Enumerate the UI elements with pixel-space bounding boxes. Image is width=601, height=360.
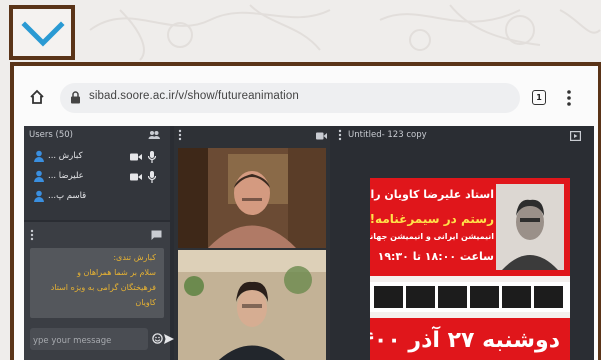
illustration-thumbnail <box>534 286 563 308</box>
poster-text: رستم در سیمرغنامه! <box>370 212 494 226</box>
tab-count: 1 <box>536 93 542 102</box>
panel-dots-icon[interactable] <box>178 129 182 141</box>
collapse-toggle-button[interactable] <box>9 5 75 60</box>
user-row[interactable]: کبارش ... <box>24 148 170 166</box>
participant-video <box>178 250 326 360</box>
chat-message-input[interactable] <box>30 330 123 352</box>
speaker-photo <box>496 184 564 270</box>
chat-bubble-icon[interactable] <box>151 230 162 241</box>
illustration-thumbnail <box>470 286 499 308</box>
fullscreen-icon[interactable] <box>570 131 581 141</box>
presentation-panel: Untitled- 123 copy استاد علیرضا کاویان ر… <box>334 126 594 360</box>
user-icon <box>34 170 44 182</box>
browser-bar: sibad.soore.ac.ir/v/show/futureanimation… <box>14 80 598 118</box>
chevron-down-icon <box>21 21 65 47</box>
participant-video-image <box>178 250 326 360</box>
chat-message-line: فرهیختگان گرامی به ویژه استاد <box>50 283 156 292</box>
panel-dots-icon[interactable] <box>30 229 34 241</box>
illustration-thumbnail <box>406 286 435 308</box>
microphone-icon <box>148 151 156 163</box>
camera-icon <box>130 173 142 181</box>
poster-text: استاد علیرضا کاویان راد <box>370 188 494 201</box>
user-name: علیرضا ... <box>48 171 84 181</box>
poster-footer: دوشنبه ۲۷ آذر ۱۴۰۰ <box>370 318 570 360</box>
poster-illustration-strip <box>370 282 570 312</box>
panel-dots-icon[interactable] <box>338 129 342 141</box>
camera-icon[interactable] <box>316 132 327 140</box>
lock-icon <box>71 91 80 104</box>
poster-text: ساعت ۱۸:۰۰ تا ۱۹:۳۰ <box>377 250 494 263</box>
send-icon[interactable] <box>164 334 174 344</box>
chat-message-line: کبارش تندی: <box>113 253 156 262</box>
user-icon <box>34 150 44 162</box>
chat-message: کبارش تندی: سلام بر شما همراهان و فرهیخت… <box>30 248 164 318</box>
illustration-thumbnail <box>502 286 531 308</box>
speaker-portrait-image <box>496 184 564 270</box>
screenshot-frame: sibad.soore.ac.ir/v/show/futureanimation… <box>10 62 601 360</box>
presentation-title: Untitled- 123 copy <box>348 130 427 140</box>
presentation-slide: استاد علیرضا کاویان راد رستم در سیمرغنام… <box>370 178 570 360</box>
participant-video <box>178 148 326 248</box>
chat-message-line: کاویان <box>135 298 156 307</box>
emoji-icon[interactable] <box>152 333 163 344</box>
illustration-thumbnail <box>438 286 467 308</box>
microphone-icon <box>148 171 156 183</box>
poster-text: انیمیشن ایرانی و انیمیشن جهانی <box>370 232 494 241</box>
camera-icon <box>130 153 142 161</box>
chat-panel: کبارش تندی: سلام بر شما همراهان و فرهیخت… <box>24 220 174 360</box>
user-row[interactable]: علیرضا ... <box>24 168 170 186</box>
chat-message-line: سلام بر شما همراهان و <box>77 268 156 277</box>
video-panel <box>174 126 330 360</box>
participant-video-image <box>178 148 326 248</box>
more-menu-icon[interactable] <box>566 89 572 107</box>
user-icon <box>34 190 44 202</box>
home-icon[interactable] <box>28 88 46 106</box>
tab-count-button[interactable]: 1 <box>532 90 546 105</box>
url-text: sibad.soore.ac.ir/v/show/futureanimation <box>89 90 299 102</box>
illustration-thumbnail <box>374 286 403 308</box>
chat-input-box[interactable] <box>30 328 148 352</box>
user-name: کبارش ... <box>48 151 83 161</box>
people-icon[interactable] <box>148 130 160 140</box>
address-bar[interactable]: sibad.soore.ac.ir/v/show/futureanimation <box>60 83 520 113</box>
users-panel-title: Users (50) <box>29 130 73 140</box>
poster-date-text: دوشنبه ۲۷ آذر ۱۴۰۰ <box>370 328 560 353</box>
user-name: قاسم پ... <box>48 191 87 201</box>
users-panel: Users (50) کبارش ... علیرضا ... قاسم پ..… <box>24 126 170 220</box>
poster-header: استاد علیرضا کاویان راد رستم در سیمرغنام… <box>370 178 570 276</box>
user-row[interactable]: قاسم پ... <box>24 188 170 206</box>
conference-area: Users (50) کبارش ... علیرضا ... قاسم پ..… <box>24 126 594 360</box>
